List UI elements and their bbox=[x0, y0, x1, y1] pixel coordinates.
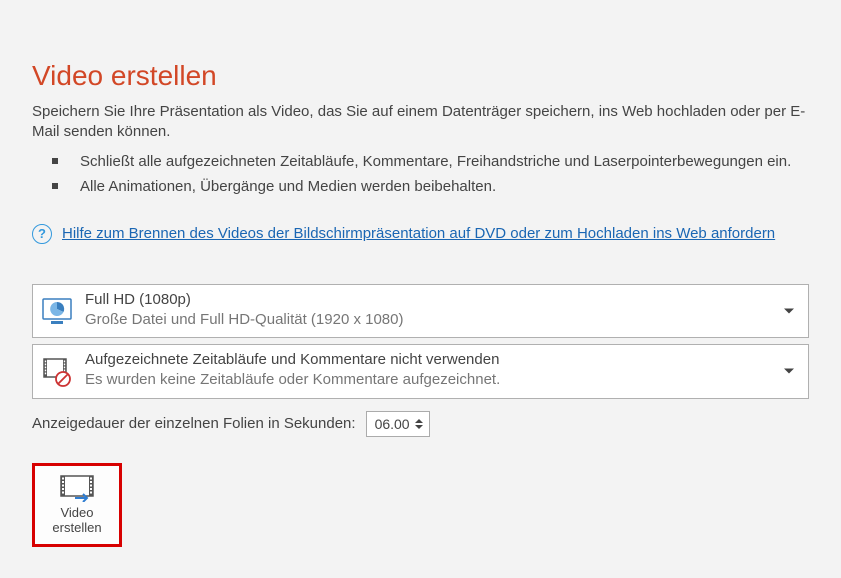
timings-description: Es wurden keine Zeitabläufe oder Komment… bbox=[85, 369, 500, 392]
spinner-up-icon[interactable] bbox=[415, 419, 423, 423]
create-video-label-2: erstellen bbox=[52, 520, 101, 535]
bullet-item: Schließt alle aufgezeichneten Zeitabläuf… bbox=[52, 149, 809, 175]
create-video-button[interactable]: Video erstellen bbox=[35, 466, 119, 544]
intro-text: Speichern Sie Ihre Präsentation als Vide… bbox=[32, 102, 809, 143]
feature-bullets: Schließt alle aufgezeichneten Zeitabläuf… bbox=[52, 149, 809, 200]
spinner-down-icon[interactable] bbox=[415, 425, 423, 429]
filmstrip-arrow-icon bbox=[59, 474, 95, 502]
create-video-label-1: Video bbox=[60, 505, 93, 520]
chevron-down-icon bbox=[784, 308, 794, 313]
duration-spinner[interactable] bbox=[366, 411, 430, 437]
timings-dropdown[interactable]: Aufgezeichnete Zeitabläufe und Kommentar… bbox=[32, 344, 809, 399]
duration-input[interactable] bbox=[373, 415, 415, 433]
quality-description: Große Datei und Full HD-Qualität (1920 x… bbox=[85, 309, 403, 332]
help-icon: ? bbox=[32, 224, 52, 244]
timings-title: Aufgezeichnete Zeitabläufe und Kommentar… bbox=[85, 351, 500, 369]
quality-title: Full HD (1080p) bbox=[85, 291, 403, 309]
create-video-highlight: Video erstellen bbox=[32, 463, 122, 547]
chevron-down-icon bbox=[784, 369, 794, 374]
help-link[interactable]: Hilfe zum Brennen des Videos der Bildsch… bbox=[62, 225, 775, 242]
quality-dropdown[interactable]: Full HD (1080p) Große Datei und Full HD-… bbox=[32, 284, 809, 339]
filmstrip-no-icon bbox=[41, 355, 73, 387]
bullet-item: Alle Animationen, Übergänge und Medien w… bbox=[52, 174, 809, 200]
page-title: Video erstellen bbox=[32, 60, 809, 92]
monitor-icon bbox=[41, 295, 73, 327]
duration-label: Anzeigedauer der einzelnen Folien in Sek… bbox=[32, 415, 356, 432]
